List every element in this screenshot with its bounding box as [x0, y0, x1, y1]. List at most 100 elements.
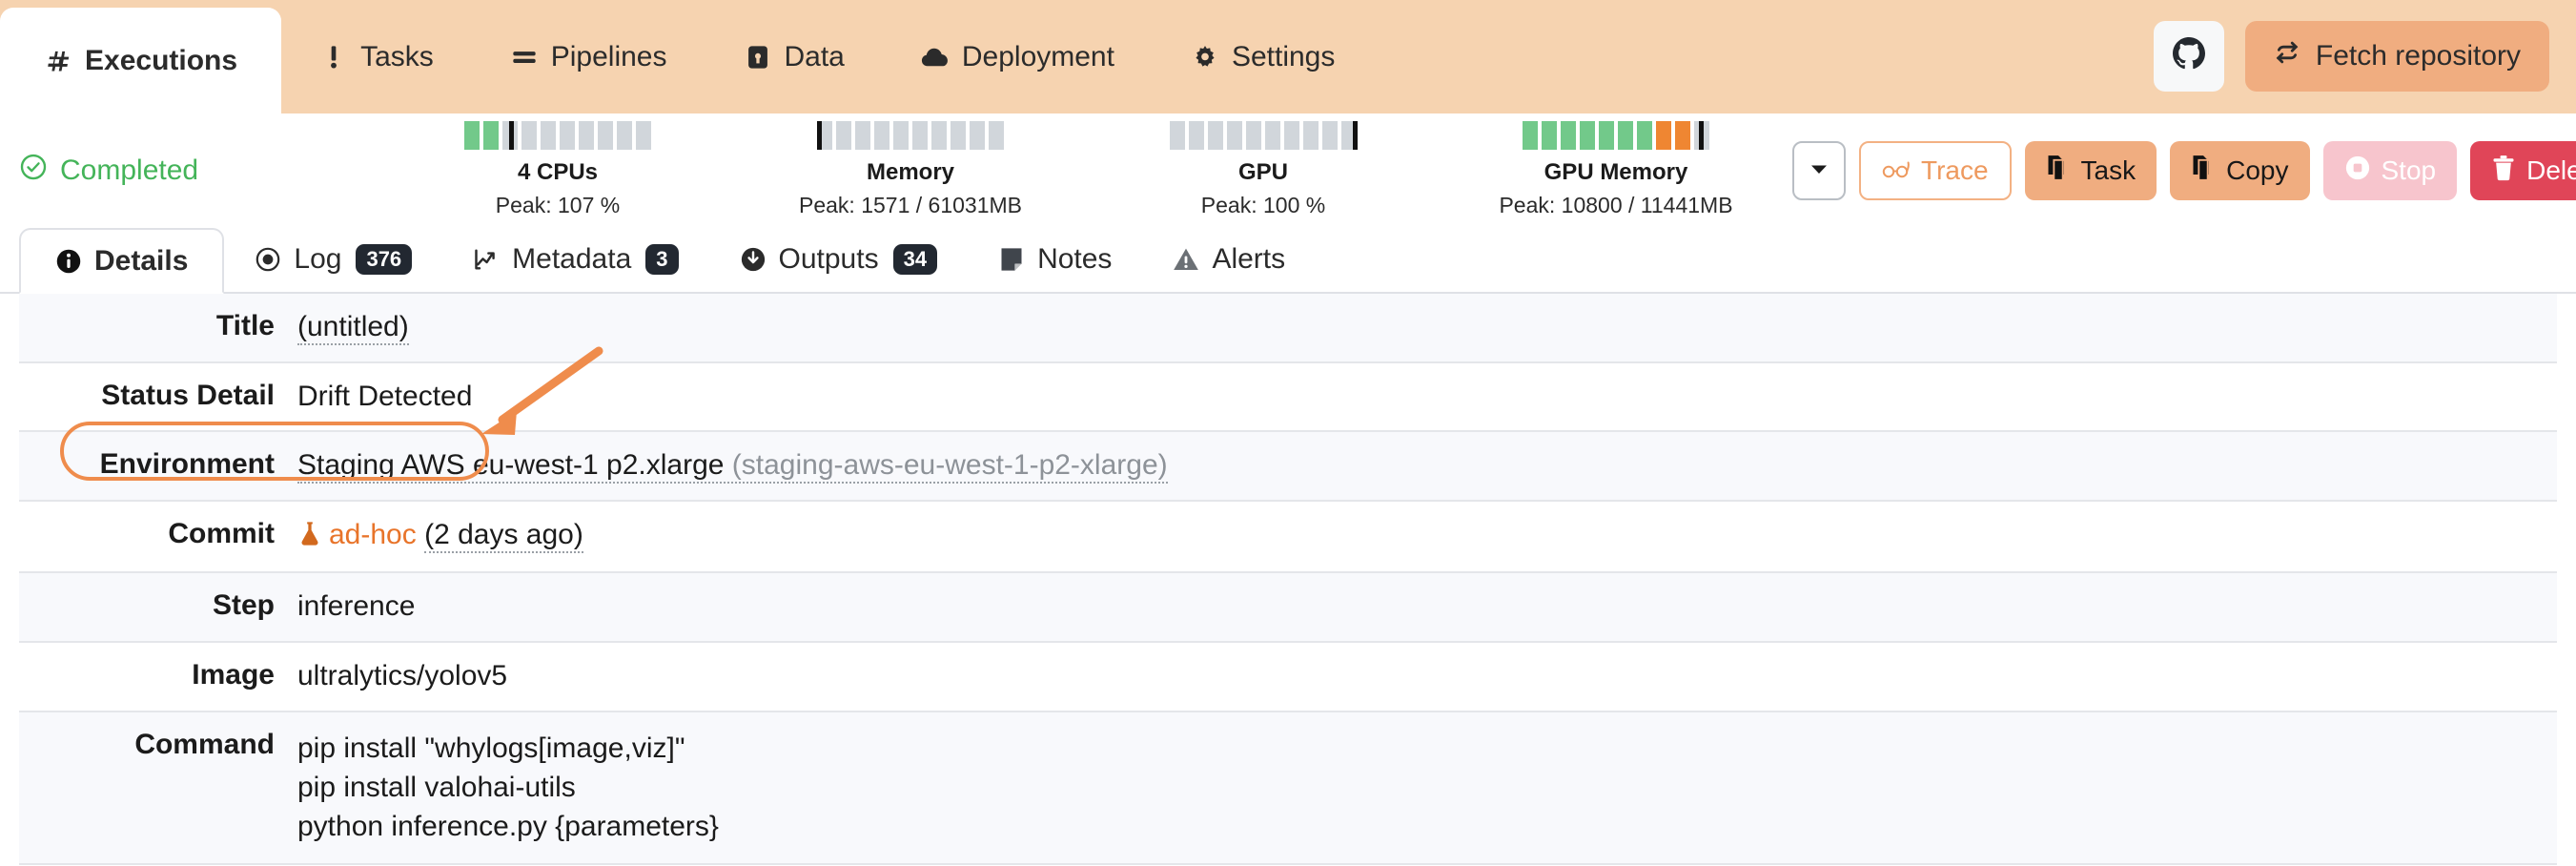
exclamation-icon — [319, 43, 348, 72]
detail-value: inference — [297, 590, 416, 623]
nav-tab-deployment[interactable]: Deployment — [883, 0, 1153, 113]
meter-bars — [381, 120, 734, 150]
tab-alerts[interactable]: Alerts — [1142, 226, 1316, 292]
command-line: pip install "whylogs[image,viz]" — [297, 732, 685, 764]
tab-label: Alerts — [1212, 242, 1286, 275]
nav-tab-label: Executions — [85, 44, 238, 76]
detail-row-title: Title (untitled) — [19, 294, 2557, 363]
detail-label: Commit — [168, 517, 275, 549]
meter-title: GPU — [1237, 158, 1288, 185]
detail-value: (untitled) — [275, 294, 409, 361]
status-label: Completed — [60, 155, 199, 186]
note-icon — [998, 246, 1025, 273]
stop-button[interactable]: Stop — [2322, 141, 2458, 200]
nav-tab-tasks[interactable]: Tasks — [281, 0, 472, 113]
info-icon — [55, 248, 82, 275]
status-badge: Completed — [19, 153, 381, 189]
trace-label: Trace — [1921, 155, 1989, 185]
nav-tab-label: Settings — [1231, 40, 1336, 72]
github-button[interactable] — [2153, 20, 2224, 92]
top-navigation-bar: Executions Tasks Pipelines Data Deployme… — [0, 0, 2576, 113]
gear-icon — [1191, 43, 1219, 72]
copy-label: Copy — [2226, 155, 2289, 185]
hash-icon — [44, 47, 72, 75]
nav-tab-executions[interactable]: Executions — [0, 8, 282, 113]
detail-value: ad-hoc (2 days ago) — [275, 502, 583, 572]
fetch-repository-label: Fetch repository — [2315, 39, 2521, 72]
meter-peak: Peak: 1571 / 61031MB — [799, 192, 1022, 217]
tab-badge: 376 — [356, 243, 413, 275]
copy-icon — [2191, 155, 2216, 188]
environment-name: Staging AWS eu-west-1 p2.xlarge — [297, 449, 725, 482]
more-actions-dropdown[interactable] — [1792, 141, 1846, 200]
glasses-icon — [1882, 155, 1911, 186]
tab-label: Metadata — [512, 242, 632, 275]
nav-right-actions: Fetch repository — [2153, 0, 2549, 113]
detail-row-command: Command pip install "whylogs[image,viz]"… — [19, 711, 2557, 865]
nav-tab-label: Data — [784, 40, 845, 72]
nav-tab-data[interactable]: Data — [705, 0, 883, 113]
eye-icon — [255, 246, 281, 273]
meter-gpu: GPU Peak: 100 % — [1087, 120, 1440, 220]
meter-title: 4 CPUs — [517, 158, 599, 185]
tab-details[interactable]: Details — [19, 228, 225, 294]
task-button[interactable]: Task — [2024, 141, 2157, 200]
details-table: Title (untitled) Status Detail Drift Det… — [0, 294, 2576, 865]
detail-value: pip install "whylogs[image,viz]" pip ins… — [275, 712, 719, 863]
nav-tab-label: Deployment — [961, 40, 1114, 72]
meter-title: GPU Memory — [1544, 158, 1688, 185]
copy-icon — [2046, 155, 2071, 188]
detail-row-image: Image ultralytics/yolov5 — [19, 642, 2557, 712]
meter-peak: Peak: 107 % — [495, 192, 621, 217]
delete-label: Delete — [2526, 155, 2576, 185]
detail-row-commit: Commit ad-hoc (2 days ago) — [19, 501, 2557, 574]
detail-value: Drift Detected — [297, 380, 473, 412]
meter-peak: Peak: 10800 / 11441MB — [1499, 192, 1733, 217]
detail-label: Status Detail — [101, 379, 275, 411]
trash-icon — [2491, 155, 2516, 188]
detail-value: ultralytics/yolov5 — [297, 659, 508, 691]
fetch-repository-button[interactable]: Fetch repository — [2244, 20, 2549, 92]
tab-log[interactable]: Log 376 — [224, 226, 442, 292]
detail-row-environment: Environment Staging AWS eu-west-1 p2.xla… — [19, 432, 2557, 502]
tab-metadata[interactable]: Metadata 3 — [442, 226, 708, 292]
check-circle-icon — [19, 153, 48, 189]
detail-row-step: Step inference — [19, 573, 2557, 643]
resource-meters: 4 CPUs Peak: 107 % Memory Peak: 1571 / 6… — [381, 120, 1792, 220]
nav-tab-pipelines[interactable]: Pipelines — [472, 0, 705, 113]
chart-line-icon — [473, 246, 500, 273]
detail-label: Image — [192, 658, 275, 691]
chevron-down-icon — [1809, 162, 1829, 180]
meter-title: Memory — [866, 158, 955, 185]
refresh-icon — [2274, 39, 2300, 73]
stop-icon — [2344, 155, 2371, 188]
cloud-icon — [921, 43, 950, 72]
environment-slug: (staging-aws-eu-west-1-p2-xlarge) — [731, 449, 1168, 482]
detail-row-status-detail: Status Detail Drift Detected — [19, 362, 2557, 433]
task-label: Task — [2080, 155, 2136, 185]
tab-notes[interactable]: Notes — [968, 226, 1142, 292]
github-icon — [2172, 37, 2205, 74]
commit-age[interactable]: (2 days ago) — [424, 518, 583, 553]
command-line: python inference.py {parameters} — [297, 811, 719, 843]
tab-badge: 3 — [645, 243, 679, 275]
equals-icon — [510, 43, 539, 72]
trace-button[interactable]: Trace — [1859, 141, 2012, 200]
meter-cpu: 4 CPUs Peak: 107 % — [381, 120, 734, 220]
delete-button[interactable]: Delete — [2470, 141, 2576, 200]
flask-icon — [297, 520, 322, 556]
title-value[interactable]: (untitled) — [297, 311, 409, 345]
nav-tab-label: Tasks — [360, 40, 434, 72]
nav-tab-settings[interactable]: Settings — [1153, 0, 1373, 113]
command-line: pip install valohai-utils — [297, 771, 576, 803]
detail-label: Command — [134, 728, 275, 760]
copy-button[interactable]: Copy — [2170, 141, 2310, 200]
tab-label: Notes — [1037, 242, 1113, 275]
commit-value[interactable]: ad-hoc — [329, 519, 417, 550]
environment-link[interactable]: Staging AWS eu-west-1 p2.xlarge (staging… — [297, 449, 1168, 485]
tab-outputs[interactable]: Outputs 34 — [709, 226, 969, 292]
meter-memory: Memory Peak: 1571 / 61031MB — [734, 120, 1087, 220]
meter-bars — [1440, 120, 1792, 150]
tab-label: Log — [294, 242, 342, 275]
